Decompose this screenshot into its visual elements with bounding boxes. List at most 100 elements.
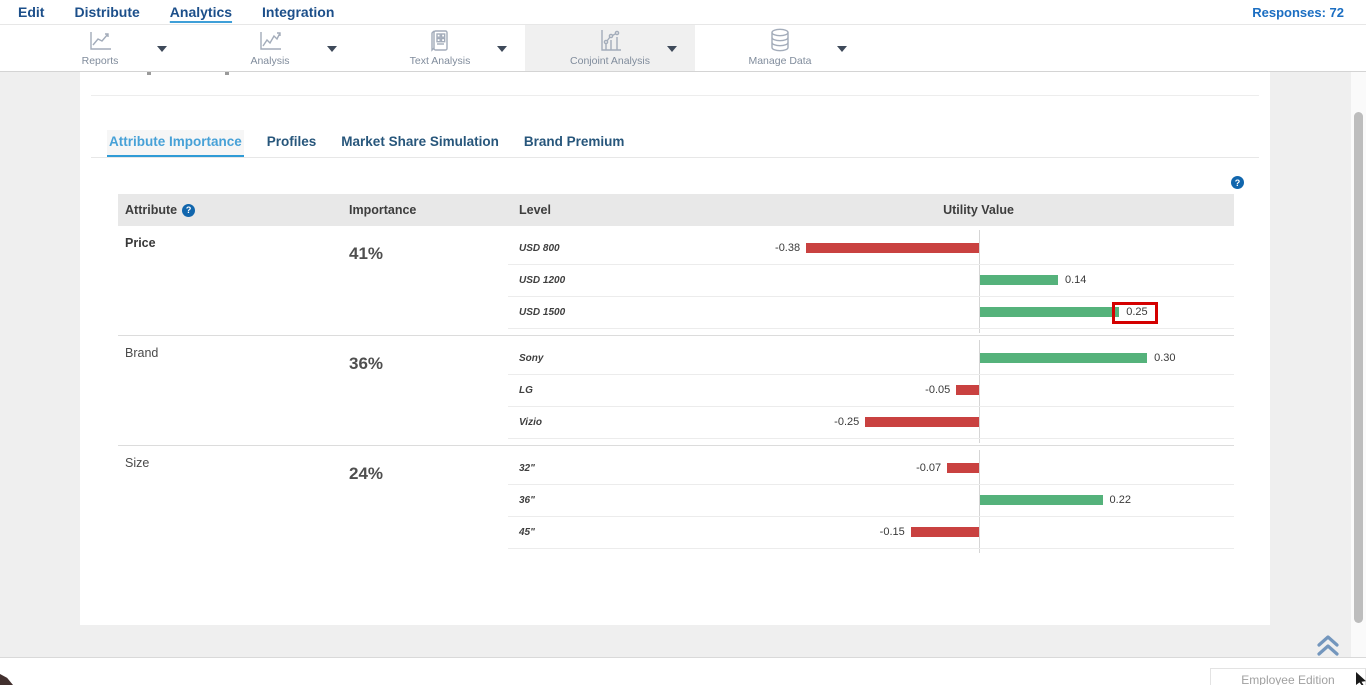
scroll-to-top-button[interactable]: [1314, 634, 1342, 657]
level-label: 32": [508, 463, 740, 474]
utility-bar-chart: -0.15: [740, 517, 1234, 548]
nav-items: Edit Distribute Analytics Integration: [0, 2, 334, 22]
toolbar-item-text-analysis[interactable]: Text Analysis: [355, 25, 525, 71]
text-analysis-document-icon: [427, 29, 453, 53]
utility-bar: [980, 307, 1119, 317]
utility-bar: [947, 463, 979, 473]
level-row: 45" -0.15: [508, 517, 1234, 549]
level-label: USD 800: [508, 243, 740, 254]
attribute-importance-table: Attribute ? Importance Level Utility Val…: [118, 194, 1234, 555]
clipped-text-artifact: [147, 72, 151, 75]
toolbar-item-label: Manage Data: [748, 55, 811, 67]
nav-item-analytics[interactable]: Analytics: [170, 2, 232, 22]
level-label: 36": [508, 495, 740, 506]
toolbar-item-label: Text Analysis: [410, 55, 471, 67]
attribute-help-icon[interactable]: ?: [182, 204, 195, 217]
column-header-utility-value: Utility Value: [740, 194, 1217, 226]
utility-bar-chart: 0.22: [740, 485, 1234, 516]
utility-value-label: 0.25: [1126, 306, 1147, 318]
nav-item-edit[interactable]: Edit: [18, 2, 44, 22]
conjoint-analysis-chart-icon: [595, 29, 625, 53]
utility-bar-chart: 0.30: [740, 343, 1234, 374]
chevron-down-icon[interactable]: [837, 46, 847, 52]
top-navigation-bar: Edit Distribute Analytics Integration Respo…: [0, 0, 1366, 25]
level-label: LG: [508, 385, 740, 396]
importance-value: 36%: [349, 354, 383, 374]
chevron-down-icon[interactable]: [497, 46, 507, 52]
level-row: USD 800 -0.38: [508, 233, 1234, 265]
column-header-label: Utility Value: [943, 203, 1014, 217]
column-header-importance: Importance: [349, 194, 416, 226]
attribute-group-size: Size 24% 32" -0.07 36" 0.22 45" -0.15: [118, 446, 1234, 555]
nav-item-integration[interactable]: Integration: [262, 2, 334, 22]
level-list: Sony 0.30 LG -0.05 Vizio -0.25: [508, 343, 1234, 439]
help-icon[interactable]: ?: [1231, 176, 1244, 189]
analytics-toolbar: Reports Analysis Text Analysis Conjoint …: [0, 25, 1366, 72]
utility-bar: [865, 417, 979, 427]
chevron-down-icon[interactable]: [157, 46, 167, 52]
card-top-divider: [91, 95, 1259, 96]
conjoint-analysis-card: Attribute Importance Profiles Market Share…: [80, 72, 1270, 625]
level-row: LG -0.05: [508, 375, 1234, 407]
toolbar-item-label: Analysis: [250, 55, 289, 67]
tab-profiles[interactable]: Profiles: [265, 130, 319, 158]
level-label: USD 1200: [508, 275, 740, 286]
tab-market-share-simulation[interactable]: Market Share Simulation: [339, 130, 501, 158]
utility-value-label: 0.30: [1154, 352, 1175, 364]
utility-bar-chart: 0.25: [740, 297, 1234, 328]
attribute-name: Brand: [125, 346, 158, 360]
reports-line-chart-icon: [85, 29, 115, 53]
table-body: Price 41% USD 800 -0.38 USD 1200 0.14 US…: [118, 226, 1234, 555]
level-label: USD 1500: [508, 307, 740, 318]
level-list: USD 800 -0.38 USD 1200 0.14 USD 1500 0.2…: [508, 233, 1234, 329]
level-list: 32" -0.07 36" 0.22 45" -0.15: [508, 453, 1234, 549]
level-row: 32" -0.07: [508, 453, 1234, 485]
level-row: Sony 0.30: [508, 343, 1234, 375]
utility-bar: [911, 527, 979, 537]
attribute-group-brand: Brand 36% Sony 0.30 LG -0.05 Vizio -0.25: [118, 336, 1234, 446]
utility-bar: [980, 495, 1103, 505]
tab-brand-premium[interactable]: Brand Premium: [522, 130, 627, 158]
utility-value-label: -0.38: [775, 242, 800, 254]
utility-value-label: 0.14: [1065, 274, 1086, 286]
utility-value-label: -0.25: [834, 416, 859, 428]
column-header-label: Level: [519, 203, 551, 217]
toolbar-item-reports[interactable]: Reports: [15, 25, 185, 71]
utility-bar-chart: -0.25: [740, 407, 1234, 438]
toolbar-item-conjoint-analysis[interactable]: Conjoint Analysis: [525, 25, 695, 71]
responses-count-link[interactable]: Responses: 72: [1252, 5, 1366, 20]
level-label: Sony: [508, 353, 740, 364]
level-row: 36" 0.22: [508, 485, 1234, 517]
utility-value-label: 0.22: [1110, 494, 1131, 506]
edition-badge: Employee Edition: [1210, 668, 1366, 685]
importance-value: 24%: [349, 464, 383, 484]
utility-bar-chart: -0.38: [740, 233, 1234, 264]
clipped-text-artifact: [225, 72, 229, 75]
level-label: Vizio: [508, 417, 740, 428]
level-label: 45": [508, 527, 740, 538]
utility-bar-chart: 0.14: [740, 265, 1234, 296]
utility-value-label: -0.05: [925, 384, 950, 396]
nav-item-distribute[interactable]: Distribute: [74, 2, 139, 22]
utility-value-label: -0.07: [916, 462, 941, 474]
importance-value: 41%: [349, 244, 383, 264]
chevron-down-icon[interactable]: [667, 46, 677, 52]
column-header-attribute: Attribute ?: [125, 194, 195, 226]
scrollbar-thumb[interactable]: [1354, 112, 1363, 623]
toolbar-item-manage-data[interactable]: Manage Data: [695, 25, 865, 71]
analysis-line-chart-icon: [255, 29, 285, 53]
tab-attribute-importance[interactable]: Attribute Importance: [107, 130, 244, 158]
attribute-group-price: Price 41% USD 800 -0.38 USD 1200 0.14 US…: [118, 226, 1234, 336]
conjoint-tabs: Attribute Importance Profiles Market Share…: [107, 130, 626, 158]
utility-bar: [980, 275, 1058, 285]
attribute-name: Price: [125, 236, 156, 250]
level-row: USD 1500 0.25: [508, 297, 1234, 329]
utility-bar: [806, 243, 979, 253]
utility-bar-chart: -0.05: [740, 375, 1234, 406]
manage-data-database-icon: [767, 29, 793, 53]
toolbar-item-analysis[interactable]: Analysis: [185, 25, 355, 71]
utility-bar: [956, 385, 979, 395]
level-row: Vizio -0.25: [508, 407, 1234, 439]
utility-value-label: -0.15: [880, 526, 905, 538]
chevron-down-icon[interactable]: [327, 46, 337, 52]
